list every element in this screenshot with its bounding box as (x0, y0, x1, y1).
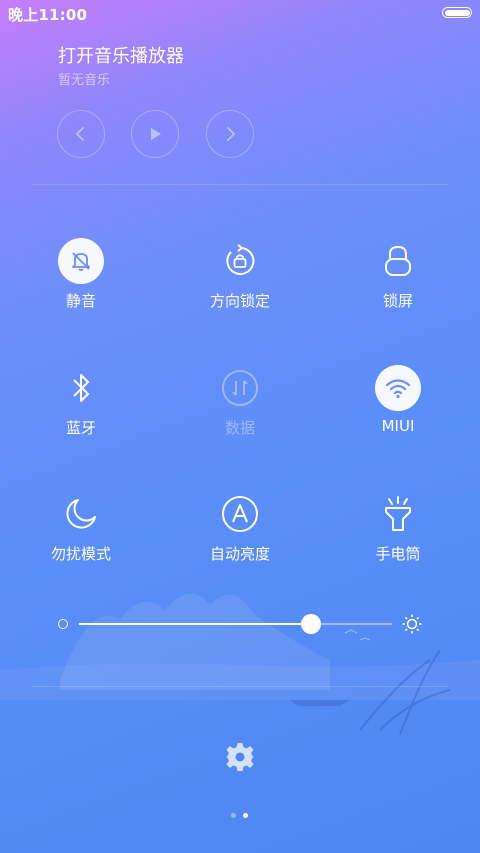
music-player-title[interactable]: 打开音乐播放器 (58, 42, 184, 68)
toggle-label: MIUI (381, 417, 415, 435)
page-dot-active (243, 813, 248, 818)
rotation-lock-icon (226, 244, 255, 275)
toggle-bluetooth-circle (58, 365, 104, 411)
page-dot (231, 813, 236, 818)
toggle-rotation-lock-circle (217, 238, 263, 284)
toggle-wifi-circle (375, 365, 421, 411)
toggle-label: 手电筒 (375, 545, 421, 563)
landscape-background (0, 593, 480, 736)
play-icon (151, 128, 161, 140)
toggle-auto-brightness[interactable]: 自动亮度 (160, 491, 320, 581)
toggle-do-not-disturb[interactable]: 勿扰模式 (1, 491, 161, 581)
toggle-label: 锁屏 (382, 292, 413, 310)
mobile-data-icon (222, 370, 258, 406)
battery-icon (442, 7, 472, 18)
music-status: 暂无音乐 (58, 73, 111, 88)
toggle-mute-circle (58, 238, 104, 284)
brightness-slider-fill (79, 623, 311, 625)
toggle-mobile-data[interactable]: 数据 (160, 365, 320, 455)
auto-brightness-icon (222, 496, 258, 532)
settings-gear-icon[interactable] (224, 741, 256, 773)
toggle-auto-brightness-circle (217, 491, 263, 537)
toggle-label: 方向锁定 (209, 292, 270, 310)
wifi-icon (385, 379, 411, 399)
toggle-dnd-circle (58, 491, 104, 537)
toggle-wifi[interactable]: MIUI (318, 365, 478, 455)
toggle-label: 蓝牙 (65, 419, 96, 437)
toggle-rotation-lock[interactable]: 方向锁定 (160, 238, 320, 328)
brightness-high-icon (402, 614, 422, 634)
brightness-slider-thumb[interactable] (300, 614, 321, 634)
divider (32, 184, 448, 185)
brightness-low-icon (58, 619, 68, 629)
divider (32, 686, 448, 687)
toggle-label: 自动亮度 (209, 545, 270, 563)
play-button[interactable] (131, 110, 179, 158)
toggle-bluetooth[interactable]: 蓝牙 (1, 365, 161, 455)
lock-icon (385, 245, 411, 276)
toggle-label: 静音 (65, 292, 96, 310)
toggle-mute[interactable]: 静音 (1, 238, 161, 328)
toggle-lock-screen[interactable]: 锁屏 (318, 238, 478, 328)
bell-off-icon (72, 252, 90, 271)
moon-icon (66, 499, 96, 529)
bluetooth-icon (73, 374, 89, 402)
toggle-flashlight[interactable]: 手电筒 (318, 491, 478, 581)
status-time: 晚上11:00 (8, 6, 88, 24)
flashlight-icon (385, 496, 411, 531)
toggle-label: 勿扰模式 (50, 545, 111, 563)
toggle-label: 数据 (224, 419, 255, 437)
toggle-lock-screen-circle (375, 238, 421, 284)
previous-button[interactable] (57, 110, 105, 158)
next-icon (227, 127, 235, 141)
toggle-mobile-data-circle (217, 365, 263, 411)
previous-icon (76, 127, 84, 141)
next-button[interactable] (206, 110, 254, 158)
toggle-flashlight-circle (375, 491, 421, 537)
